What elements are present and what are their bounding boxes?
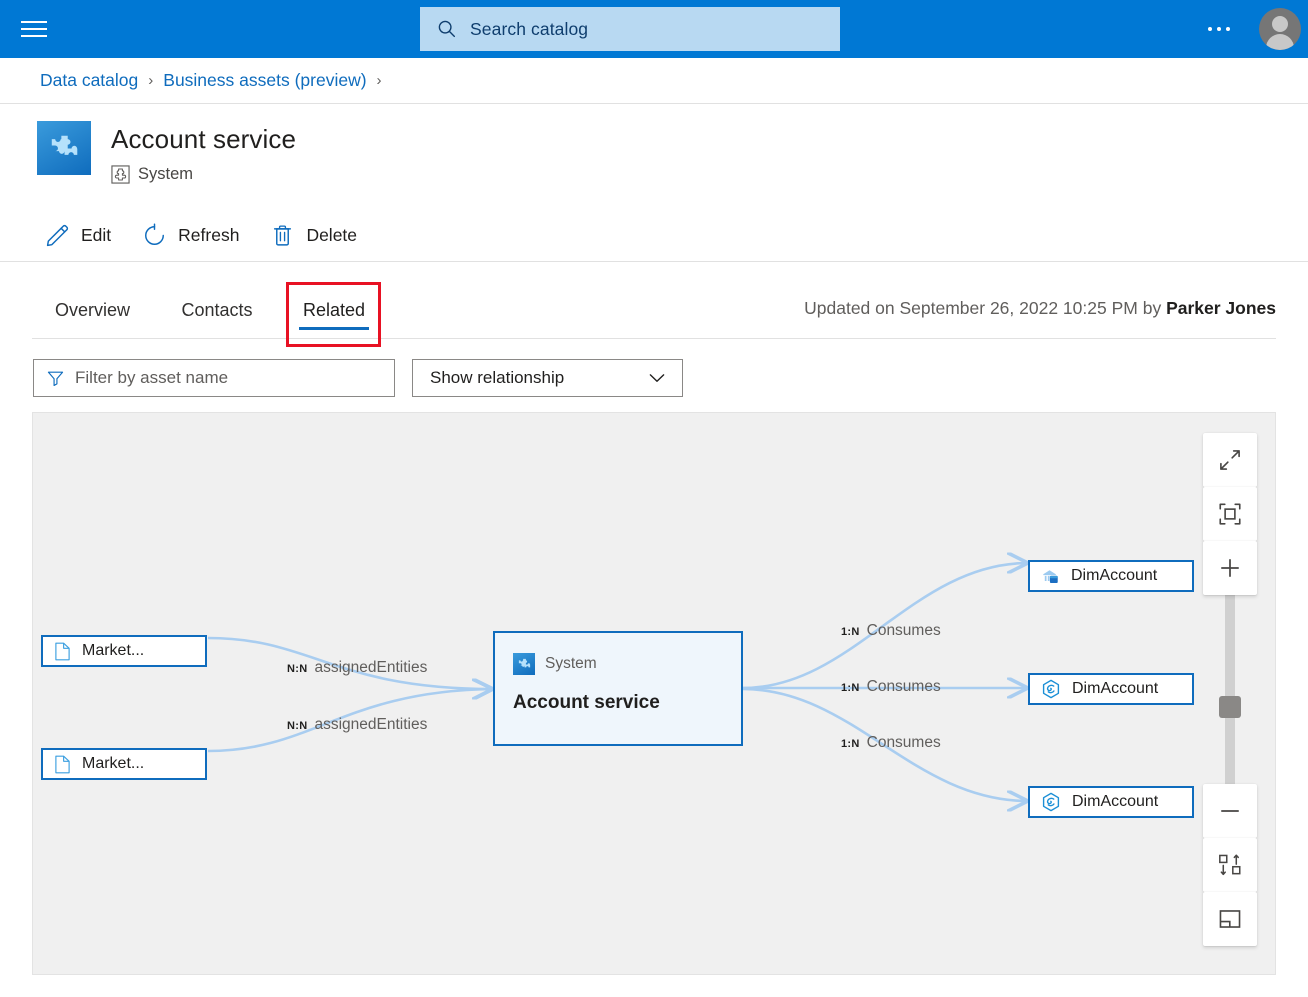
page-type-label: System	[138, 165, 194, 183]
edit-button-label: Edit	[81, 224, 112, 245]
system-puzzle-icon	[37, 121, 91, 175]
dot	[1217, 27, 1221, 31]
refresh-button[interactable]: Refresh	[135, 216, 253, 255]
delete-button[interactable]: Delete	[263, 216, 371, 255]
hamburger-icon[interactable]	[21, 17, 47, 41]
puzzle-glyph	[518, 658, 530, 667]
chevron-right-icon: ›	[148, 72, 154, 89]
tab-active-underline	[299, 327, 369, 330]
tab-divider	[32, 338, 1276, 339]
updated-info: Updated on September 26, 2022 10:25 PM b…	[804, 298, 1276, 319]
relationship-graph-canvas[interactable]: Market... Market... System Account servi…	[32, 412, 1276, 975]
user-avatar-icon[interactable]	[1259, 8, 1301, 50]
tab-contacts[interactable]: Contacts	[175, 282, 259, 338]
zoom-in-button[interactable]	[1203, 541, 1257, 595]
breadcrumb-item-data-catalog[interactable]: Data catalog	[40, 70, 138, 91]
filter-icon	[47, 371, 64, 386]
tab-related-label: Related	[302, 299, 366, 320]
tab-contacts-label: Contacts	[181, 299, 253, 320]
toggle-panel-button[interactable]	[1203, 892, 1257, 946]
plus-icon	[1221, 559, 1239, 577]
graph-node-account-service[interactable]: System Account service	[493, 631, 743, 746]
document-icon	[55, 755, 70, 773]
show-relationship-select[interactable]: Show relationship	[412, 359, 683, 397]
edge-consumes-1	[742, 563, 1028, 690]
synapse-hex-icon	[1042, 679, 1060, 699]
search-placeholder: Search catalog	[470, 18, 589, 39]
dot	[1226, 27, 1230, 31]
fit-frame-icon	[1219, 503, 1241, 525]
data-warehouse-icon	[1043, 569, 1058, 583]
graph-node-dimaccount-2[interactable]: DimAccount	[1028, 673, 1194, 705]
edge-assignedentities-1	[207, 636, 493, 689]
graph-node-market-1-label: Market...	[82, 642, 145, 659]
synapse-hex-icon	[1042, 792, 1060, 812]
graph-node-market-2[interactable]: Market...	[41, 748, 207, 780]
trash-icon	[274, 224, 292, 246]
pencil-icon	[46, 224, 69, 246]
graph-node-dimaccount-3[interactable]: DimAccount	[1028, 786, 1194, 818]
tab-bar: Overview Contacts Related Updated on Sep…	[0, 282, 1308, 347]
edge-assignedentities-2	[207, 689, 493, 753]
chevron-down-icon	[649, 374, 665, 382]
expand-fullscreen-button[interactable]	[1203, 433, 1257, 487]
hamburger-line	[21, 28, 47, 30]
search-icon	[438, 20, 456, 38]
graph-node-center-type-row: System	[513, 653, 597, 675]
graph-node-center-name: Account service	[513, 692, 660, 713]
chevron-right-icon: ›	[376, 72, 382, 89]
diagonal-arrows-icon	[1220, 450, 1240, 470]
delete-button-label: Delete	[306, 224, 358, 245]
graph-node-center-type-label: System	[545, 655, 597, 672]
page-subtitle: System	[111, 165, 193, 184]
breadcrumb-item-business-assets[interactable]: Business assets (preview)	[163, 70, 366, 91]
graph-node-dimaccount-1[interactable]: DimAccount	[1028, 560, 1194, 592]
edit-button[interactable]: Edit	[38, 216, 125, 255]
puzzle-glyph	[51, 135, 78, 155]
swap-updown-icon	[1219, 854, 1241, 876]
edge-consumes-3	[742, 687, 1028, 801]
zoom-slider-thumb[interactable]	[1219, 696, 1241, 718]
command-bar: Edit Refresh Delete	[0, 209, 1308, 262]
fit-to-screen-button[interactable]	[1203, 487, 1257, 541]
swap-direction-button[interactable]	[1203, 838, 1257, 892]
filter-row: Filter by asset name Show relationship	[0, 352, 1308, 404]
tab-overview-label: Overview	[54, 299, 130, 320]
ellipsis-icon[interactable]	[1203, 20, 1235, 38]
dot	[1208, 27, 1212, 31]
page-header: Account service System	[0, 105, 1308, 209]
avatar-head	[1272, 16, 1288, 32]
tab-related[interactable]: Related	[299, 282, 369, 338]
system-puzzle-icon	[513, 653, 535, 675]
zoom-out-button[interactable]	[1203, 784, 1257, 838]
graph-node-dimaccount-1-label: DimAccount	[1071, 567, 1158, 584]
hamburger-line	[21, 35, 47, 37]
asset-name-filter-input[interactable]: Filter by asset name	[33, 359, 395, 397]
refresh-icon	[145, 223, 165, 245]
search-input[interactable]: Search catalog	[420, 7, 840, 51]
graph-node-dimaccount-2-label: DimAccount	[1072, 680, 1159, 697]
page-title: Account service	[111, 124, 297, 154]
breadcrumb: Data catalog › Business assets (preview)…	[0, 58, 1308, 104]
system-type-icon	[111, 165, 130, 184]
top-app-bar: Search catalog	[0, 0, 1308, 58]
updated-by: by	[1137, 298, 1167, 318]
updated-user: Parker Jones	[1166, 298, 1276, 318]
asset-name-filter-placeholder: Filter by asset name	[75, 368, 229, 387]
graph-node-market-1[interactable]: Market...	[41, 635, 207, 667]
avatar-body	[1266, 34, 1294, 50]
show-relationship-value: Show relationship	[430, 368, 565, 387]
minus-icon	[1221, 810, 1239, 812]
hamburger-line	[21, 21, 47, 23]
refresh-button-label: Refresh	[178, 224, 240, 245]
graph-node-dimaccount-3-label: DimAccount	[1072, 793, 1159, 810]
updated-datetime: September 26, 2022 10:25 PM	[899, 298, 1138, 318]
layout-panel-icon	[1219, 910, 1241, 928]
tab-overview[interactable]: Overview	[50, 282, 135, 338]
updated-prefix: Updated on	[804, 298, 900, 318]
graph-node-market-2-label: Market...	[82, 755, 145, 772]
document-icon	[55, 642, 70, 660]
